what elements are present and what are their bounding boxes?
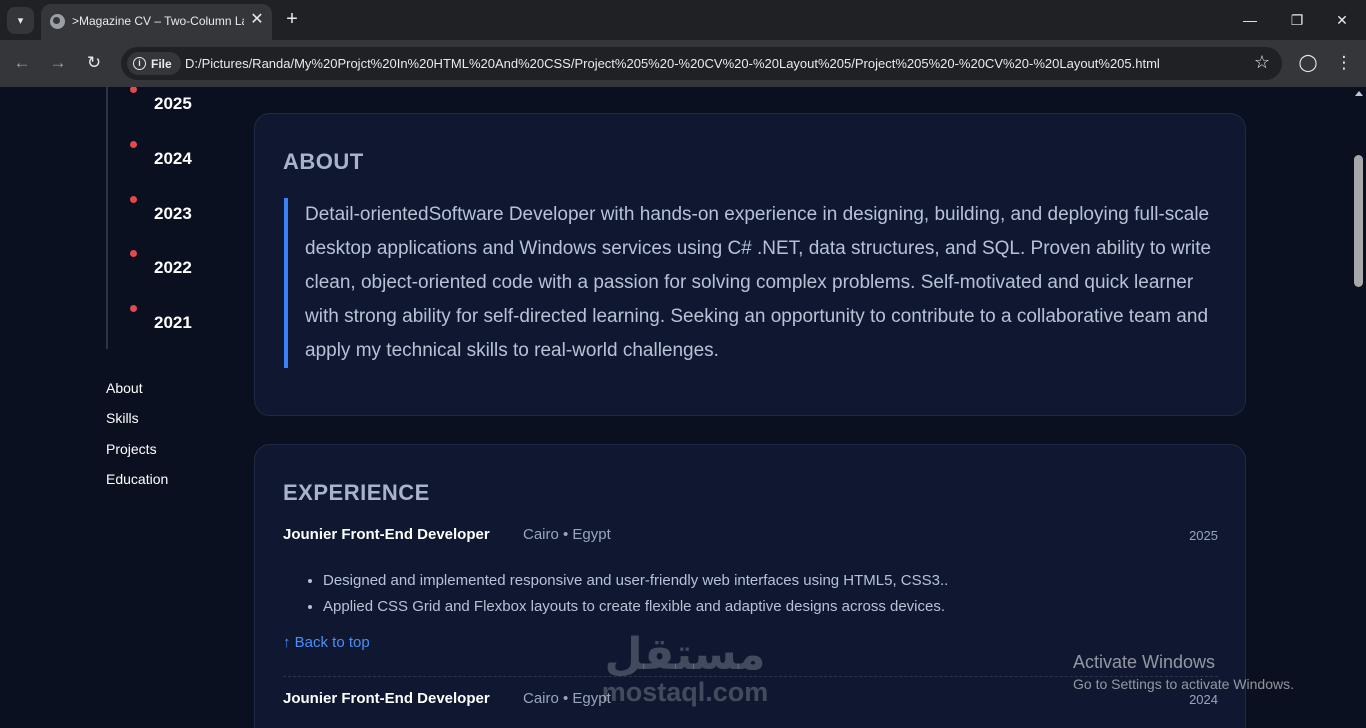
job-title: Jounier Front-End Developer: [283, 690, 490, 707]
site-chip-label: File: [151, 56, 172, 71]
back-to-top-link[interactable]: ↑ Back to top: [283, 634, 370, 651]
kebab-menu-icon[interactable]: ⋮: [1332, 51, 1356, 75]
job-location: Cairo • Egypt: [523, 690, 611, 707]
url-text[interactable]: D:/Pictures/Randa/My%20Projct%20In%20HTM…: [185, 56, 1160, 71]
nav-link-skills[interactable]: Skills: [106, 410, 139, 426]
nav-link-projects[interactable]: Projects: [106, 441, 157, 457]
nav-link-education[interactable]: Education: [106, 471, 168, 487]
address-bar[interactable]: i File D:/Pictures/Randa/My%20Projct%20I…: [121, 47, 1282, 80]
job-bullet: Applied CSS Grid and Flexbox layouts to …: [323, 594, 1203, 620]
job-year: 2024: [1189, 692, 1218, 707]
star-icon[interactable]: ☆: [1254, 52, 1270, 73]
about-title: ABOUT: [283, 149, 364, 174]
site-info-chip[interactable]: i File: [127, 52, 181, 75]
browser-tab-bar: ▾ >Magazine CV – Two-Column Layout ✕ + —…: [0, 0, 1366, 40]
restore-icon[interactable]: ❐: [1285, 8, 1309, 32]
tab-close-icon[interactable]: ✕: [247, 10, 267, 30]
scroll-up-arrow-icon[interactable]: [1355, 91, 1363, 96]
experience-title: EXPERIENCE: [283, 480, 430, 505]
browser-toolbar: ← → ↻ i File D:/Pictures/Randa/My%20Proj…: [0, 40, 1366, 87]
timeline-dot: [130, 250, 137, 257]
about-card: ABOUT Detail-orientedSoftware Developer …: [254, 113, 1246, 416]
tab-list-icon[interactable]: ▾: [7, 7, 34, 34]
timeline-dot: [130, 87, 137, 93]
page-scrollbar[interactable]: [1351, 87, 1366, 728]
browser-tab[interactable]: >Magazine CV – Two-Column Layout ✕: [41, 4, 272, 40]
tab-title: >Magazine CV – Two-Column Layout: [72, 14, 244, 28]
page-viewport: 2025 2024 2023 2022 2021 About Skills Pr…: [0, 87, 1351, 728]
job-location: Cairo • Egypt: [523, 526, 611, 543]
forward-arrow-icon[interactable]: →: [46, 51, 70, 75]
timeline-dot: [130, 141, 137, 148]
job-title: Jounier Front-End Developer: [283, 526, 490, 543]
reload-icon[interactable]: ↻: [82, 51, 106, 75]
timeline-line: [106, 87, 108, 349]
mostaql-watermark: مستقل mostaql.com: [600, 630, 770, 707]
nav-link-about[interactable]: About: [106, 380, 143, 396]
scroll-thumb[interactable]: [1354, 155, 1363, 287]
activate-subtitle: Go to Settings to activate Windows.: [1073, 676, 1294, 692]
job-year: 2025: [1189, 528, 1218, 543]
close-icon[interactable]: ✕: [1330, 8, 1354, 32]
info-icon: i: [133, 57, 146, 70]
about-text: Detail-orientedSoftware Developer with h…: [284, 198, 1224, 368]
back-arrow-icon[interactable]: ←: [10, 51, 34, 75]
watermark-arabic: مستقل: [604, 630, 766, 679]
job-bullet: Designed and implemented responsive and …: [323, 568, 1203, 594]
globe-icon: [50, 14, 65, 29]
job-bullets: Designed and implemented responsive and …: [323, 568, 1203, 620]
watermark-latin: mostaql.com: [601, 677, 769, 707]
activate-windows-notice: Activate Windows Go to Settings to activ…: [1073, 652, 1294, 692]
timeline-dot: [130, 196, 137, 203]
profile-icon[interactable]: ◯: [1296, 51, 1320, 75]
minimize-icon[interactable]: —: [1238, 8, 1262, 32]
new-tab-icon[interactable]: +: [281, 8, 303, 30]
activate-title: Activate Windows: [1073, 652, 1216, 672]
timeline-dot: [130, 305, 137, 312]
